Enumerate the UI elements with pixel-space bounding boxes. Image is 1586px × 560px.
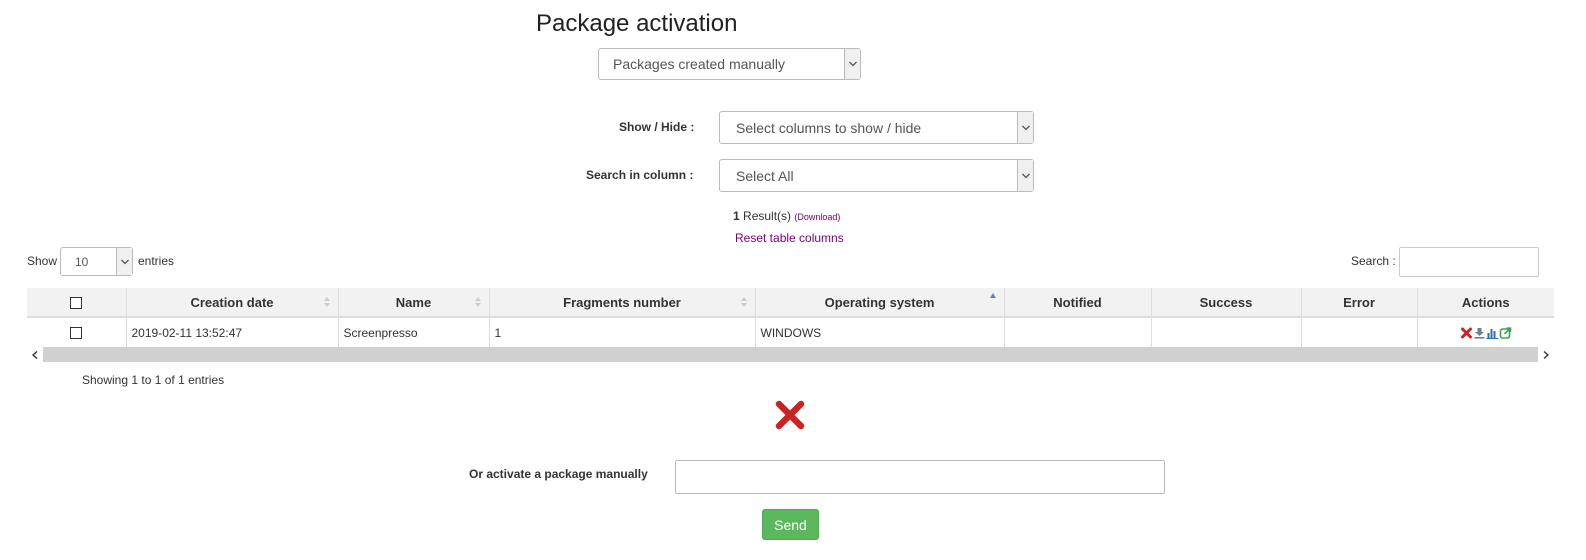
col-creation-date[interactable]: Creation date (126, 288, 339, 318)
packages-table: Creation date Name Fragments number Oper… (27, 288, 1554, 347)
cell-actions (1417, 317, 1554, 347)
stats-icon[interactable] (1486, 327, 1499, 340)
entries-label: entries (138, 254, 175, 268)
col-name[interactable]: Name (338, 288, 490, 318)
result-count: 1 (733, 209, 740, 223)
sort-icon (323, 297, 330, 307)
search-column-label: Search in column : (586, 168, 694, 182)
horizontal-scrollbar[interactable] (27, 347, 1554, 362)
sort-asc-icon (989, 293, 996, 298)
download-icon[interactable] (1473, 327, 1486, 339)
manual-activation-input[interactable] (675, 460, 1165, 494)
result-suffix: Result(s) (743, 209, 792, 223)
chevron-down-icon (1017, 112, 1033, 143)
col-notified-label: Notified (1053, 294, 1102, 310)
col-error-label: Error (1343, 294, 1375, 310)
cell-name: Screenpresso (338, 317, 490, 347)
select-all-header (27, 288, 127, 318)
chevron-down-icon (844, 49, 860, 79)
chevron-down-icon (1017, 160, 1033, 191)
col-notified[interactable]: Notified (1004, 288, 1152, 318)
download-link[interactable]: (Download) (794, 212, 840, 222)
search-column-value: Select All (736, 167, 794, 184)
cell-os: WINDOWS (755, 317, 1005, 347)
table-header-row: Creation date Name Fragments number Oper… (27, 288, 1554, 318)
cell-success (1151, 317, 1302, 347)
row-checkbox[interactable] (70, 327, 83, 340)
col-fragments[interactable]: Fragments number (489, 288, 756, 318)
col-success[interactable]: Success (1151, 288, 1302, 318)
cell-notified (1004, 317, 1152, 347)
delete-selected-icon[interactable] (775, 400, 805, 430)
manual-activation-label: Or activate a package manually (469, 467, 648, 481)
col-name-label: Name (395, 294, 432, 310)
col-operating-system[interactable]: Operating system (755, 288, 1005, 318)
package-type-select[interactable]: Packages created manually (598, 48, 861, 80)
delete-icon[interactable] (1460, 327, 1473, 339)
sort-icon (740, 297, 747, 307)
scrollbar-thumb[interactable] (43, 347, 1538, 362)
result-summary: 1 Result(s) (Download) (733, 209, 840, 223)
chevron-down-icon (116, 248, 132, 275)
select-all-checkbox[interactable] (70, 297, 83, 310)
search-input[interactable] (1399, 247, 1539, 277)
col-success-label: Success (1199, 294, 1253, 310)
send-button[interactable]: Send (762, 509, 819, 540)
table-info: Showing 1 to 1 of 1 entries (82, 373, 225, 387)
row-select-cell (27, 317, 127, 347)
table-row: 2019-02-11 13:52:47 Screenpresso 1 WINDO… (27, 317, 1554, 347)
show-hide-select[interactable]: Select columns to show / hide (719, 111, 1034, 144)
cell-error (1301, 317, 1418, 347)
show-label: Show (27, 254, 58, 268)
col-creation-date-label: Creation date (190, 294, 274, 310)
col-actions-label: Actions (1461, 294, 1510, 310)
search-column-select[interactable]: Select All (719, 159, 1034, 192)
show-hide-label: Show / Hide : (619, 120, 695, 134)
cell-fragments: 1 (489, 317, 756, 347)
entries-length-value: 10 (75, 254, 89, 269)
col-os-label: Operating system (824, 294, 935, 310)
package-type-value: Packages created manually (613, 56, 785, 72)
col-actions: Actions (1417, 288, 1554, 318)
sort-icon (474, 297, 481, 307)
entries-length-select[interactable]: 10 (60, 247, 133, 276)
scroll-left-icon[interactable] (27, 347, 43, 362)
page-title: Package activation (536, 10, 738, 37)
reset-columns-link[interactable]: Reset table columns (735, 231, 844, 245)
scroll-right-icon[interactable] (1538, 347, 1554, 362)
cell-creation-date: 2019-02-11 13:52:47 (126, 317, 339, 347)
show-hide-value: Select columns to show / hide (736, 119, 922, 136)
search-label: Search : (1351, 254, 1396, 268)
col-fragments-label: Fragments number (563, 294, 681, 310)
export-icon[interactable] (1499, 327, 1512, 340)
col-error[interactable]: Error (1301, 288, 1418, 318)
